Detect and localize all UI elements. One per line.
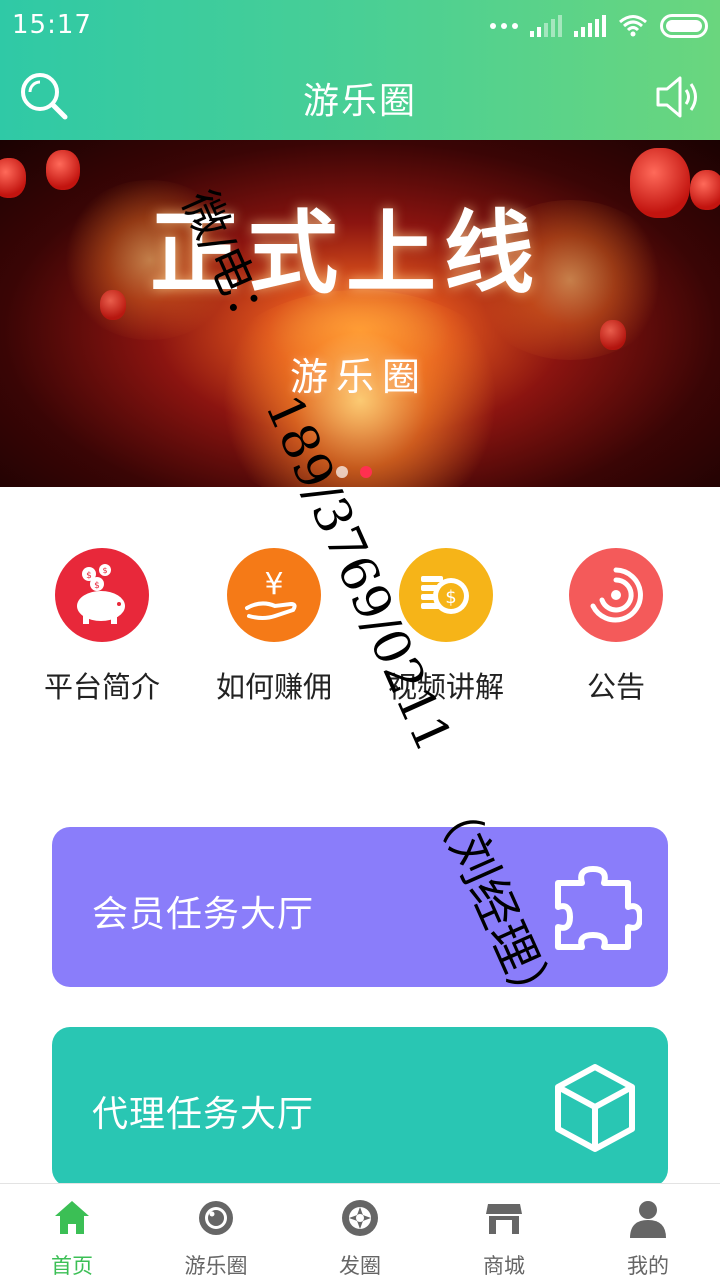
svg-text:$: $ [86, 571, 92, 581]
svg-text:$: $ [102, 566, 107, 575]
user-icon [630, 1201, 666, 1238]
lantern-decoration [630, 148, 690, 218]
agent-task-hall-button[interactable]: 代理任务大厅 [52, 1027, 668, 1187]
carousel-indicator [336, 466, 372, 478]
svg-text:$: $ [445, 587, 456, 608]
tab-label: 游乐圈 [184, 1254, 248, 1278]
tab-label: 商城 [483, 1254, 525, 1278]
cube-icon [555, 1064, 635, 1152]
quick-item-commission[interactable]: ¥ 如何赚佣 [188, 548, 360, 706]
quick-menu: $ $ $ 平台简介 ¥ 如何赚佣 $ 视频讲解 公告 [0, 548, 720, 718]
tab-home[interactable]: 首页 [0, 1184, 144, 1280]
title-bar: 游乐圈 [0, 52, 720, 140]
tab-shop[interactable]: 商城 [432, 1184, 576, 1280]
quick-item-label: 平台简介 [43, 670, 160, 704]
banner-title: 正式上线 [150, 200, 542, 306]
quick-item-intro[interactable]: $ $ $ 平台简介 [16, 548, 188, 706]
more-dots-icon [490, 23, 518, 29]
tab-circle[interactable]: 游乐圈 [144, 1184, 288, 1280]
home-icon [55, 1201, 89, 1234]
tab-post[interactable]: 发圈 [288, 1184, 432, 1280]
signal-weak-icon [530, 15, 562, 37]
svg-text:¥: ¥ [264, 567, 283, 602]
page-title: 游乐圈 [302, 81, 417, 122]
aperture-icon [342, 1200, 378, 1236]
app-header: 15:17 游乐圈 [0, 0, 720, 140]
svg-text:$: $ [94, 581, 100, 591]
status-time: 15:17 [12, 10, 92, 40]
status-bar: 15:17 [0, 0, 720, 52]
lantern-decoration [600, 320, 626, 350]
yen-hand-icon: ¥ [227, 548, 321, 642]
bottom-tab-bar: 首页 游乐圈 发圈 商城 我的 [0, 1183, 720, 1280]
camera-lens-icon [199, 1201, 233, 1235]
quick-item-label: 公告 [586, 670, 645, 704]
task-card-label: 会员任务大厅 [92, 894, 315, 935]
quick-item-video[interactable]: $ 视频讲解 [360, 548, 532, 706]
coins-icon: $ [399, 548, 493, 642]
puzzle-icon [555, 866, 642, 950]
tab-mine[interactable]: 我的 [576, 1184, 720, 1280]
speaker-icon[interactable] [654, 72, 704, 122]
signal-icon [574, 15, 606, 37]
member-task-hall-button[interactable]: 会员任务大厅 [52, 827, 668, 987]
tab-label: 首页 [51, 1254, 93, 1278]
banner-carousel[interactable]: 正式上线 游乐圈 [0, 140, 720, 487]
lantern-decoration [100, 290, 126, 320]
carousel-dot-active[interactable] [360, 466, 372, 478]
status-icons [490, 12, 708, 40]
wifi-icon [619, 15, 647, 37]
target-icon [569, 548, 663, 642]
lantern-decoration [46, 150, 80, 190]
lantern-decoration [0, 158, 26, 198]
carousel-dot[interactable] [336, 466, 348, 478]
piggy-bank-icon: $ $ $ [55, 548, 149, 642]
task-card-label: 代理任务大厅 [92, 1094, 315, 1135]
battery-icon [660, 14, 708, 38]
banner-subtitle: 游乐圈 [290, 355, 429, 399]
quick-item-notice[interactable]: 公告 [530, 548, 702, 706]
quick-item-label: 视频讲解 [387, 670, 504, 704]
store-icon [486, 1204, 522, 1234]
lantern-decoration [690, 170, 720, 210]
tab-label: 我的 [627, 1254, 669, 1278]
tab-label: 发圈 [339, 1254, 381, 1278]
quick-item-label: 如何赚佣 [215, 670, 332, 704]
